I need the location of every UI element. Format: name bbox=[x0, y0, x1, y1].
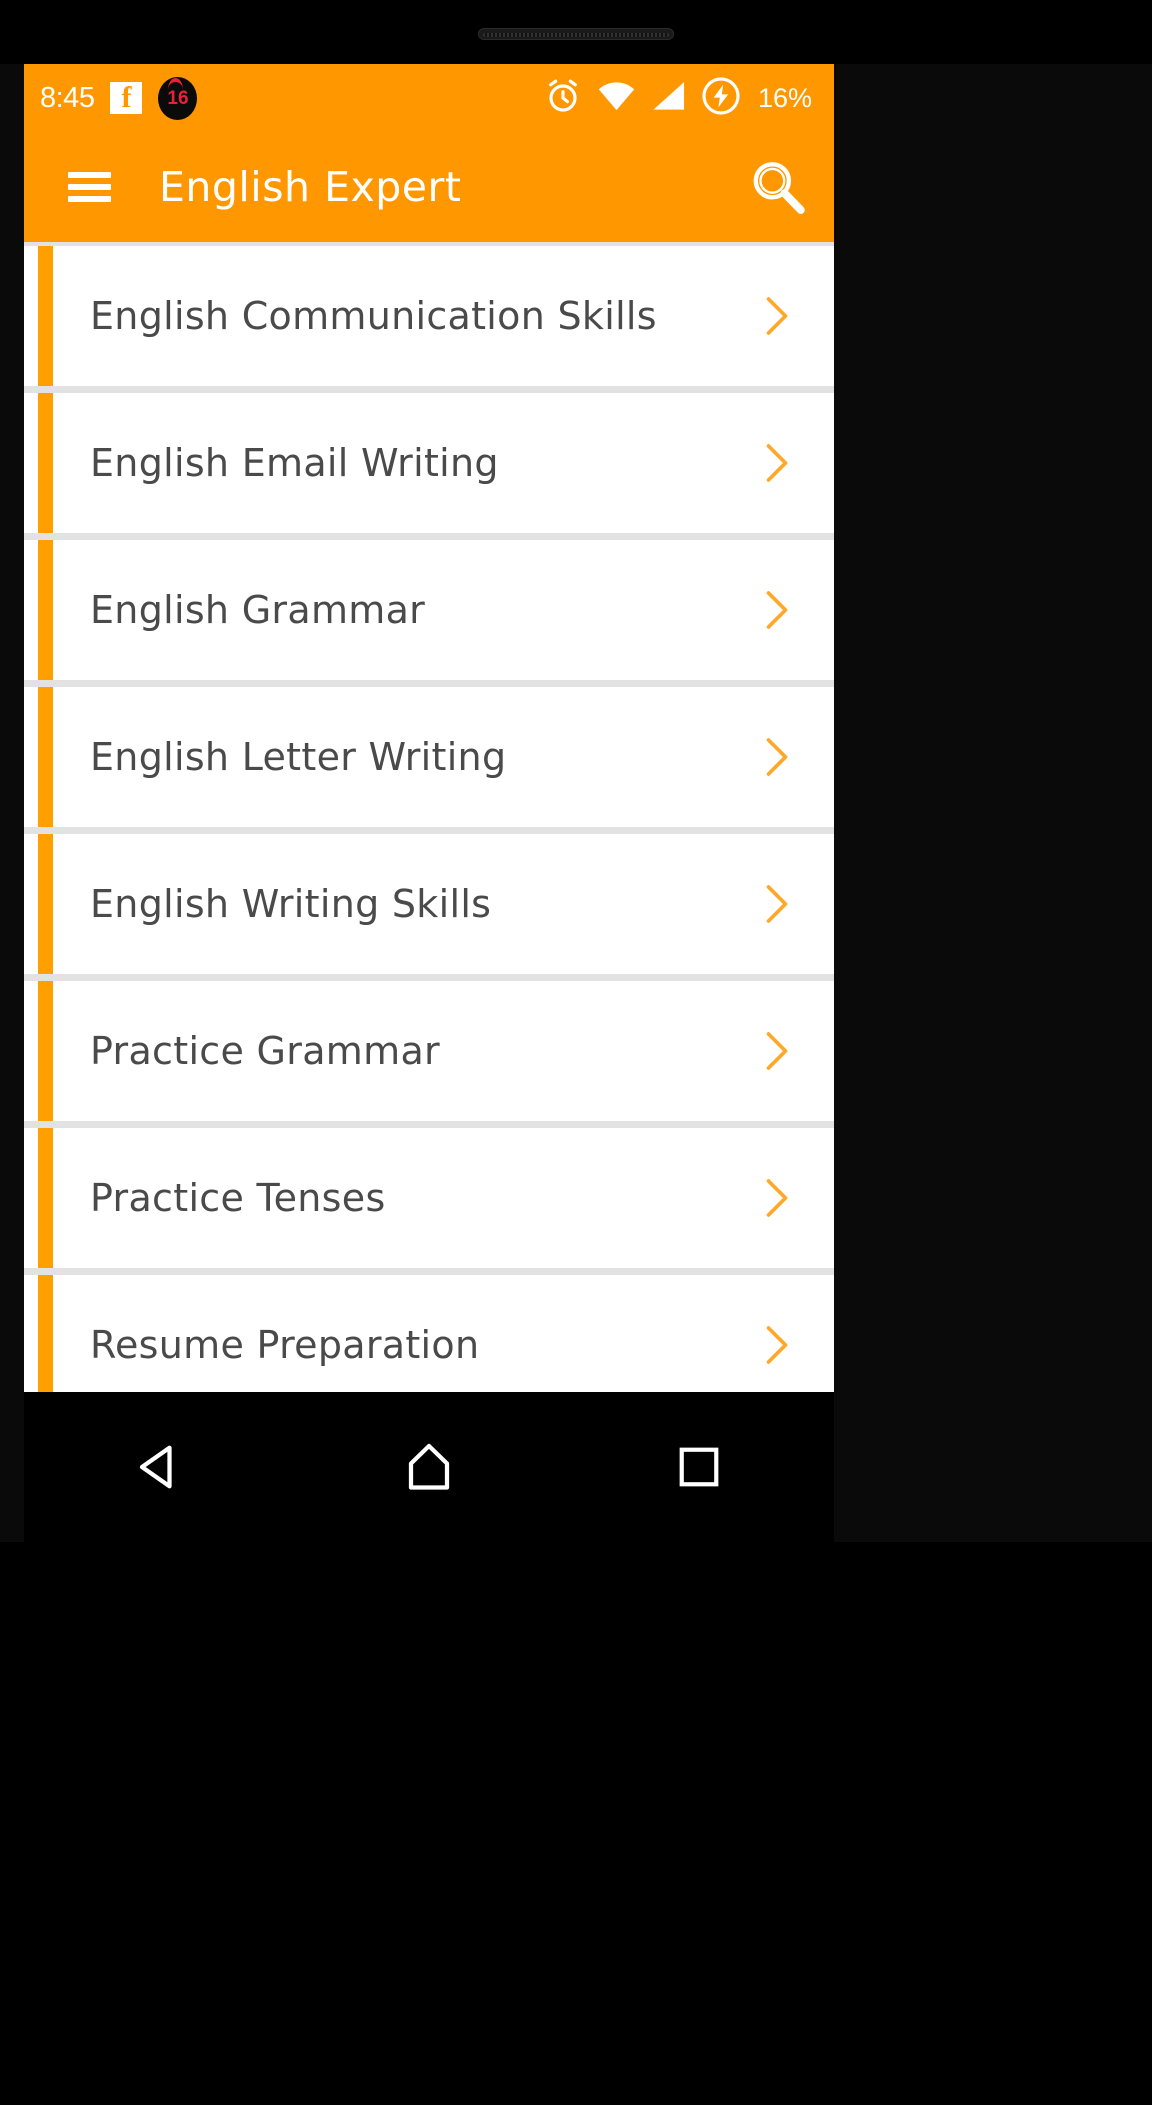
list-item-label: English Writing Skills bbox=[90, 882, 492, 926]
list-item-label: English Letter Writing bbox=[90, 735, 507, 779]
list-item[interactable]: English Writing Skills bbox=[24, 834, 834, 974]
alarm-clock-icon bbox=[543, 76, 583, 120]
list-item-label: English Grammar bbox=[90, 588, 426, 632]
list-item-label: Practice Tenses bbox=[90, 1176, 386, 1220]
android-navigation-bar bbox=[24, 1392, 834, 1542]
accent-bar bbox=[38, 1275, 53, 1392]
hamburger-line bbox=[68, 196, 111, 202]
home-icon[interactable] bbox=[374, 1417, 484, 1517]
list-item[interactable]: English Grammar bbox=[24, 540, 834, 680]
phone-bezel-top bbox=[0, 0, 1152, 64]
list-item-label: English Communication Skills bbox=[90, 294, 657, 338]
status-bar-right: 16% bbox=[543, 76, 812, 120]
app-bar: English Expert bbox=[24, 132, 834, 242]
battery-charging-icon bbox=[701, 76, 741, 120]
list-item[interactable]: Practice Grammar bbox=[24, 981, 834, 1121]
chevron-right-icon bbox=[760, 440, 794, 486]
chevron-right-icon bbox=[760, 587, 794, 633]
wifi-icon bbox=[596, 76, 637, 120]
list-item[interactable]: English Communication Skills bbox=[24, 246, 834, 386]
accent-bar bbox=[38, 687, 53, 827]
facebook-icon bbox=[110, 82, 143, 114]
list-item-label: Resume Preparation bbox=[90, 1323, 480, 1367]
accent-bar bbox=[38, 834, 53, 974]
accent-bar bbox=[38, 981, 53, 1121]
search-icon[interactable] bbox=[746, 156, 808, 218]
chevron-right-icon bbox=[760, 1028, 794, 1074]
recents-square-icon[interactable] bbox=[644, 1417, 754, 1517]
list-item-label: Practice Grammar bbox=[90, 1029, 440, 1073]
chevron-right-icon bbox=[760, 293, 794, 339]
app-title: English Expert bbox=[159, 163, 462, 211]
phone-bezel-bottom bbox=[0, 1542, 1152, 2105]
chevron-right-icon bbox=[760, 1175, 794, 1221]
chevron-right-icon bbox=[760, 734, 794, 780]
battery-percent-label: 16% bbox=[757, 82, 812, 113]
hamburger-menu-icon[interactable] bbox=[68, 172, 111, 202]
list-item[interactable]: Practice Tenses bbox=[24, 1128, 834, 1268]
cellular-signal-icon bbox=[650, 76, 688, 120]
back-triangle-icon[interactable] bbox=[104, 1417, 214, 1517]
hamburger-line bbox=[68, 184, 111, 190]
status-bar: 8:45 16 bbox=[24, 64, 834, 132]
course-list: English Communication Skills English Ema… bbox=[24, 242, 834, 1392]
accent-bar bbox=[38, 1128, 53, 1268]
list-item[interactable]: Resume Preparation bbox=[24, 1275, 834, 1392]
phone-screen: 8:45 16 bbox=[24, 64, 834, 1392]
hamburger-line bbox=[68, 172, 111, 178]
chevron-right-icon bbox=[760, 881, 794, 927]
speaker-grille bbox=[478, 28, 674, 40]
notification-badge-icon: 16 bbox=[158, 76, 198, 120]
status-time: 8:45 bbox=[40, 81, 95, 114]
accent-bar bbox=[38, 246, 53, 386]
notification-badge-count: 16 bbox=[167, 87, 189, 109]
phone-frame: 8:45 16 bbox=[0, 0, 1152, 2105]
list-item[interactable]: English Letter Writing bbox=[24, 687, 834, 827]
accent-bar bbox=[38, 540, 53, 680]
list-item[interactable]: English Email Writing bbox=[24, 393, 834, 533]
chevron-right-icon bbox=[760, 1322, 794, 1368]
status-bar-left: 8:45 16 bbox=[40, 76, 543, 120]
list-item-label: English Email Writing bbox=[90, 441, 499, 485]
accent-bar bbox=[38, 393, 53, 533]
